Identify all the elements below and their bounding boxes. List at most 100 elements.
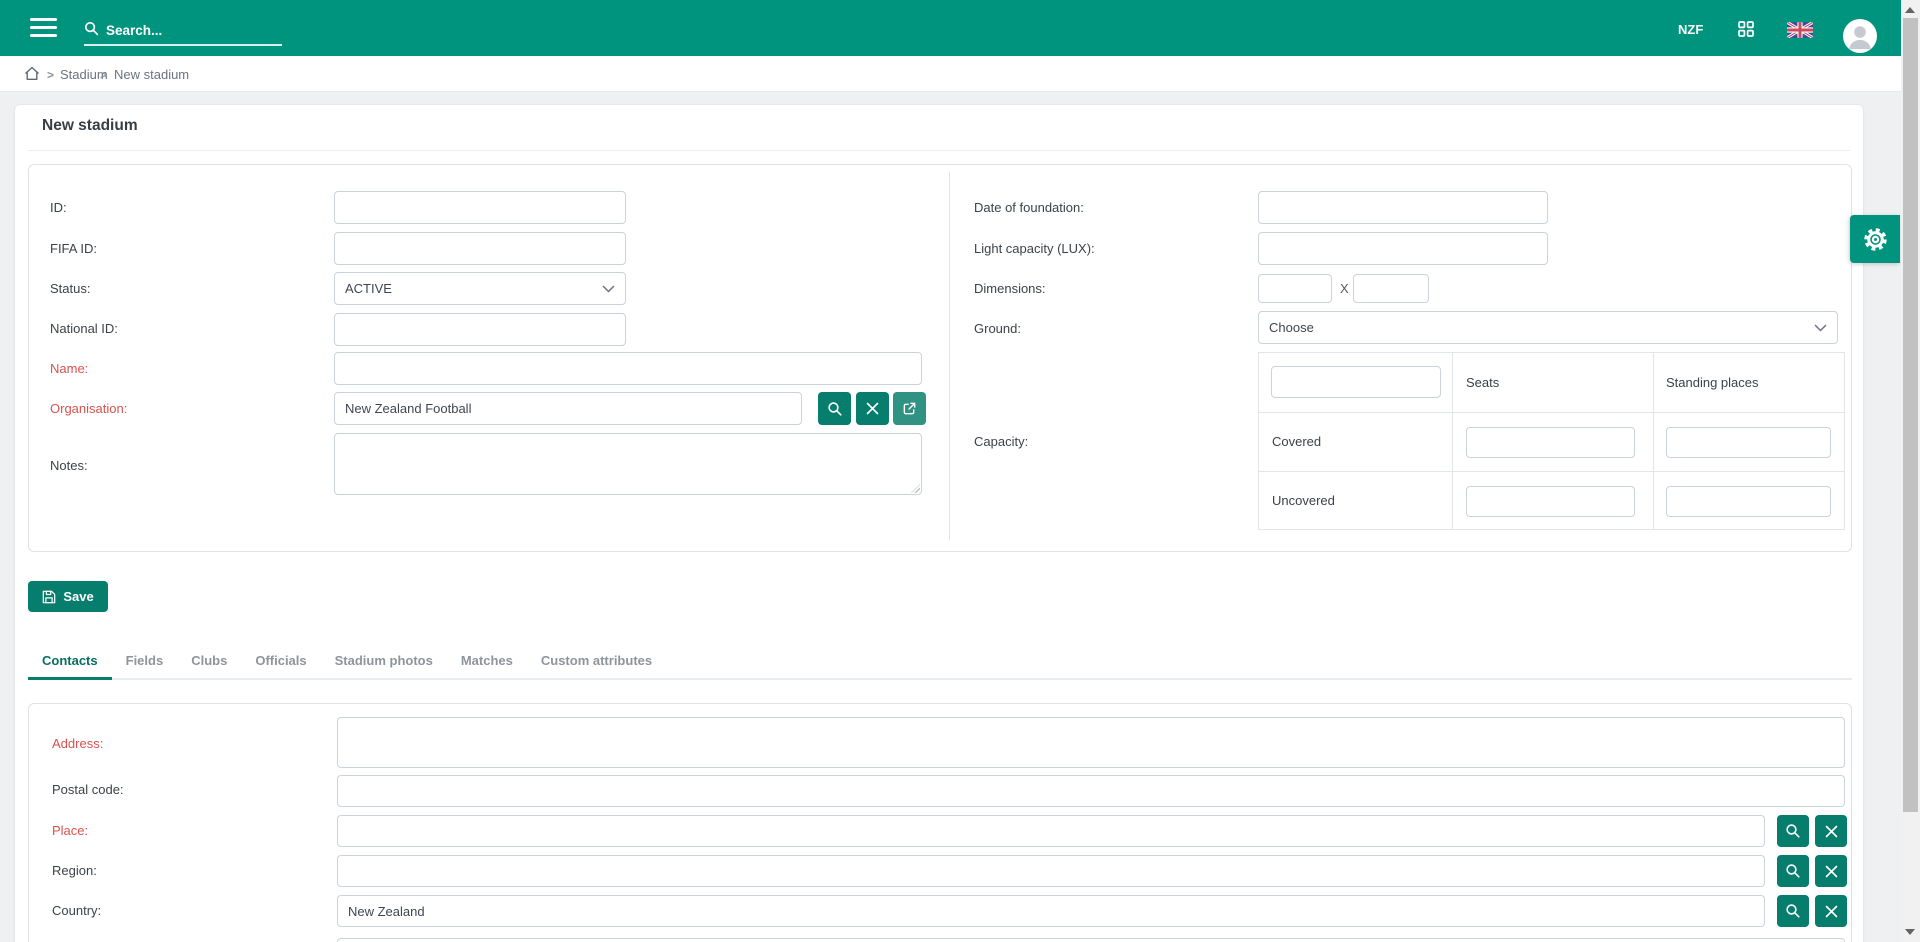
tab-fields[interactable]: Fields [112, 645, 178, 678]
uncovered-row-label: Uncovered [1272, 493, 1335, 508]
date-of-foundation-input[interactable] [1258, 191, 1548, 224]
scrollbar[interactable] [1901, 0, 1920, 942]
light-capacity-input[interactable] [1258, 232, 1548, 265]
country-search-button[interactable] [1777, 895, 1809, 927]
postal-code-label: Postal code: [52, 782, 124, 797]
status-select-value: ACTIVE [345, 281, 392, 296]
national-id-input[interactable] [334, 313, 626, 346]
uk-flag-icon[interactable] [1787, 22, 1813, 38]
place-search-button[interactable] [1777, 815, 1809, 847]
search-icon [1785, 903, 1801, 919]
uncovered-standing-input[interactable] [1666, 486, 1831, 517]
organisation-open-button[interactable] [893, 392, 926, 425]
search-icon [1785, 823, 1801, 839]
covered-row-label: Covered [1272, 434, 1321, 449]
scrollbar-down-arrow[interactable] [1905, 929, 1915, 935]
scrollbar-up-arrow[interactable] [1905, 7, 1915, 13]
place-input[interactable] [337, 815, 1765, 847]
user-avatar[interactable] [1843, 19, 1877, 53]
search-input[interactable] [104, 16, 293, 44]
place-clear-button[interactable] [1815, 815, 1847, 847]
dimension-width-input[interactable] [1258, 274, 1332, 303]
topbar: NZF [0, 0, 1901, 56]
search-icon [1785, 863, 1801, 879]
country-input[interactable] [337, 895, 1765, 927]
ground-select[interactable]: Choose [1258, 311, 1838, 344]
capacity-table-col-line [1653, 352, 1654, 530]
ground-select-value: Choose [1269, 320, 1314, 335]
tab-contacts[interactable]: Contacts [28, 645, 112, 680]
scrollbar-thumb[interactable] [1903, 18, 1918, 812]
search-icon [84, 21, 99, 36]
tab-custom-attributes[interactable]: Custom attributes [527, 645, 666, 678]
clear-icon [1825, 865, 1838, 878]
floppy-icon [42, 590, 56, 604]
organisation-clear-button[interactable] [856, 392, 889, 425]
clear-icon [866, 402, 879, 415]
address-input[interactable] [337, 717, 1845, 768]
id-input[interactable] [334, 191, 626, 224]
fifa-id-label: FIFA ID: [50, 241, 97, 256]
address-label: Address: [52, 736, 103, 751]
title-divider [28, 150, 1850, 151]
organisation-input[interactable] [334, 392, 802, 425]
light-capacity-label: Light capacity (LUX): [974, 241, 1095, 256]
date-of-foundation-label: Date of foundation: [974, 200, 1084, 215]
covered-seats-input[interactable] [1466, 427, 1635, 458]
capacity-table-row-line [1258, 412, 1845, 413]
national-id-label: National ID: [50, 321, 118, 336]
notes-label: Notes: [50, 458, 88, 473]
status-label: Status: [50, 281, 90, 296]
notes-textarea[interactable] [334, 433, 922, 495]
breadcrumb-item-current: New stadium [114, 67, 189, 82]
page-title: New stadium [42, 117, 138, 135]
tab-matches[interactable]: Matches [447, 645, 527, 678]
organisation-search-button[interactable] [818, 392, 851, 425]
tab-bar: Contacts Fields Clubs Officials Stadium … [28, 645, 1852, 680]
seats-header: Seats [1466, 375, 1499, 390]
region-search-button[interactable] [1777, 855, 1809, 887]
status-select[interactable]: ACTIVE [334, 272, 626, 305]
capacity-table-row-line [1258, 471, 1845, 472]
apps-grid-icon[interactable] [1738, 21, 1754, 37]
home-icon[interactable] [24, 66, 40, 81]
name-label: Name: [50, 361, 88, 376]
id-label: ID: [50, 200, 67, 215]
dimension-length-input[interactable] [1353, 274, 1429, 303]
save-button[interactable]: Save [28, 581, 108, 612]
next-field-input-partial[interactable] [337, 938, 1845, 942]
name-input[interactable] [334, 352, 922, 385]
form-column-divider [949, 172, 950, 540]
dimensions-label: Dimensions: [974, 281, 1046, 296]
region-input[interactable] [337, 855, 1765, 887]
uncovered-seats-input[interactable] [1466, 486, 1635, 517]
app-window: NZF > Stadi [0, 0, 1920, 942]
standing-places-header: Standing places [1666, 375, 1759, 390]
chevron-down-icon [602, 285, 615, 293]
region-clear-button[interactable] [1815, 855, 1847, 887]
capacity-label: Capacity: [974, 434, 1028, 449]
dimensions-separator: X [1340, 281, 1349, 296]
save-button-label: Save [63, 589, 93, 604]
settings-button[interactable] [1850, 215, 1900, 263]
covered-standing-input[interactable] [1666, 427, 1831, 458]
tab-clubs[interactable]: Clubs [177, 645, 241, 678]
search-icon [827, 401, 843, 417]
postal-code-input[interactable] [337, 775, 1845, 807]
breadcrumb-separator: > [100, 68, 107, 82]
country-label: Country: [52, 903, 101, 918]
tab-officials[interactable]: Officials [241, 645, 320, 678]
country-clear-button[interactable] [1815, 895, 1847, 927]
clear-icon [1825, 825, 1838, 838]
clear-icon [1825, 905, 1838, 918]
tab-stadium-photos[interactable]: Stadium photos [321, 645, 447, 678]
fifa-id-input[interactable] [334, 232, 626, 265]
ground-label: Ground: [974, 321, 1021, 336]
breadcrumb: > Stadium > New stadium [0, 56, 1901, 92]
chevron-down-icon [1814, 324, 1827, 332]
organisation-label: Organisation: [50, 401, 127, 416]
search-underline [84, 44, 282, 46]
hamburger-menu-icon[interactable] [30, 18, 57, 37]
capacity-name-input[interactable] [1271, 366, 1441, 398]
breadcrumb-separator: > [47, 68, 54, 82]
